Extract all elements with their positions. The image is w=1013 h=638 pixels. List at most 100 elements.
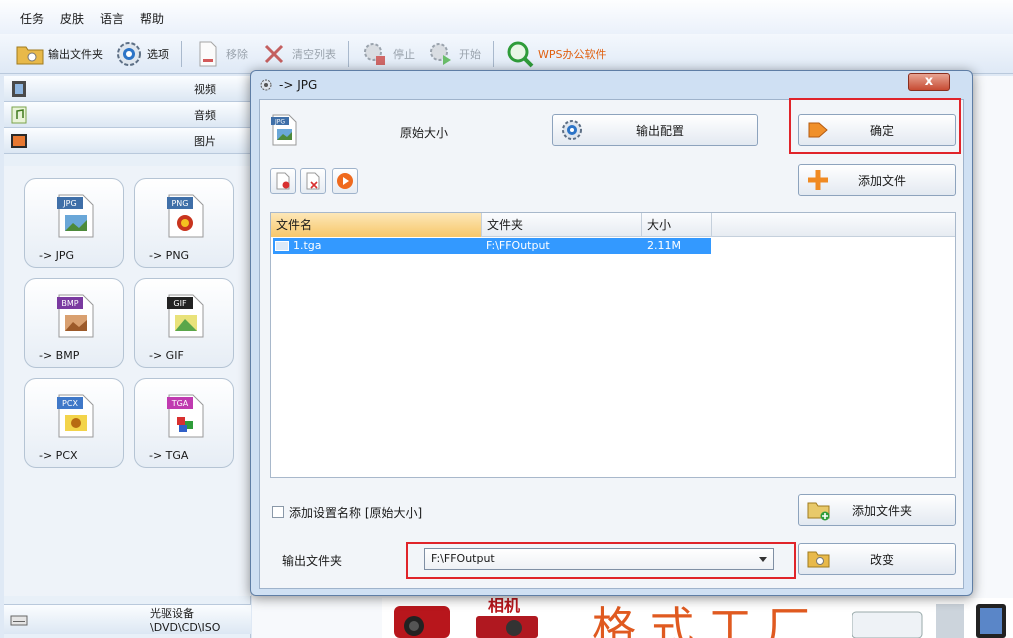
category-image[interactable]: 图片 xyxy=(4,128,250,154)
tile-jpg[interactable]: JPG -> JPG xyxy=(24,178,124,268)
remove-button[interactable]: 移除 xyxy=(194,39,248,69)
size-mode-label: 原始大小 xyxy=(400,124,448,141)
remove-file-button[interactable] xyxy=(270,168,296,194)
ok-button[interactable]: 确定 xyxy=(798,114,956,146)
output-folder-value: F:\FFOutput xyxy=(431,552,495,565)
ad-banner[interactable]: 相机 格式工厂 xyxy=(382,598,1013,638)
pcx-file-icon: PCX xyxy=(53,393,97,439)
change-folder-button[interactable]: 改变 xyxy=(798,543,956,575)
clear-x-icon xyxy=(260,41,288,67)
music-note-icon xyxy=(10,106,28,124)
category-audio-label: 音频 xyxy=(194,107,216,123)
gif-file-icon: GIF xyxy=(163,293,207,339)
category-audio[interactable]: 音频 xyxy=(4,102,250,128)
column-header-name[interactable]: 文件名 xyxy=(271,213,482,237)
dialog-close-button[interactable]: x xyxy=(908,73,950,91)
output-config-button[interactable]: 输出配置 xyxy=(552,114,758,146)
tile-label: -> BMP xyxy=(39,349,79,362)
banner-title: 格式工厂 xyxy=(592,598,824,638)
options-label: 选项 xyxy=(147,46,169,62)
tile-bmp[interactable]: BMP -> BMP xyxy=(24,278,124,368)
start-label: 开始 xyxy=(459,46,481,62)
dialog-gear-icon xyxy=(259,78,273,92)
menu-bar: 任务 皮肤 语言 帮助 xyxy=(0,0,1013,38)
dialog-title-bar[interactable]: -> JPG xyxy=(251,71,972,99)
row-size: 2.11M xyxy=(647,238,681,254)
clear-files-icon xyxy=(305,172,321,190)
wps-button[interactable]: WPS办公软件 xyxy=(506,39,607,69)
output-folder-button[interactable]: 输出文件夹 xyxy=(16,39,103,69)
dialog-title: -> JPG xyxy=(279,78,317,92)
tile-label: -> GIF xyxy=(149,349,184,362)
tile-label: -> PNG xyxy=(149,249,189,262)
add-file-label: 添加文件 xyxy=(829,172,935,189)
category-optical-drive[interactable]: 光驱设备\DVD\CD\ISO xyxy=(4,604,251,634)
file-list-table[interactable]: 文件名 文件夹 大小 1.tga F:\FFOutput 2.11M xyxy=(270,212,956,478)
stop-button[interactable]: 停止 xyxy=(361,39,415,69)
jpg-format-icon: JPG xyxy=(270,114,298,146)
column-header-folder[interactable]: 文件夹 xyxy=(482,213,642,237)
column-header-size[interactable]: 大小 xyxy=(642,213,712,237)
start-gear-icon xyxy=(427,41,455,67)
menu-language[interactable]: 语言 xyxy=(100,10,124,27)
row-folder: F:\FFOutput xyxy=(486,238,550,254)
category-image-label: 图片 xyxy=(194,133,216,149)
tile-label: -> PCX xyxy=(39,449,78,462)
tile-badge: TGA xyxy=(171,399,189,408)
conversion-dialog: -> JPG x JPG 原始大小 输出配置 确定 xyxy=(250,70,973,596)
camcorder-icon xyxy=(388,600,468,638)
tile-tga[interactable]: TGA -> TGA xyxy=(134,378,234,468)
add-file-button[interactable]: 添加文件 xyxy=(798,164,956,196)
tile-pcx[interactable]: PCX -> PCX xyxy=(24,378,124,468)
tga-file-icon: TGA xyxy=(163,393,207,439)
row-file-name: 1.tga xyxy=(293,238,322,254)
tile-badge: BMP xyxy=(61,299,78,308)
table-row[interactable]: 1.tga F:\FFOutput 2.11M xyxy=(273,238,711,254)
folder-icon xyxy=(16,41,44,67)
bmp-file-icon: BMP xyxy=(53,293,97,339)
chevron-down-icon xyxy=(759,557,767,562)
clear-list-button[interactable]: 清空列表 xyxy=(260,39,336,69)
start-button[interactable]: 开始 xyxy=(427,39,481,69)
remove-label: 移除 xyxy=(226,46,248,62)
category-video[interactable]: 视频 xyxy=(4,76,250,102)
jpg-file-icon: JPG xyxy=(53,193,97,239)
left-panel: 视频 音频 图片 JPG -> JPG PNG -> PNG BMP -> BM… xyxy=(4,76,251,638)
table-header: 文件名 文件夹 大小 xyxy=(271,213,955,237)
film-icon xyxy=(10,80,28,98)
play-preview-button[interactable] xyxy=(332,168,358,194)
settings-gear-icon xyxy=(561,119,583,141)
add-setting-name-label: 添加设置名称 [原始大小] xyxy=(289,504,422,521)
menu-skin[interactable]: 皮肤 xyxy=(60,10,84,27)
tga-file-small-icon xyxy=(275,241,289,251)
change-label: 改变 xyxy=(829,551,935,568)
options-button[interactable]: 选项 xyxy=(115,39,169,69)
menu-help[interactable]: 帮助 xyxy=(140,10,164,27)
dialog-body: JPG 原始大小 输出配置 确定 xyxy=(259,99,964,589)
output-folder-select[interactable]: F:\FFOutput xyxy=(424,548,774,570)
add-setting-name-checkbox[interactable] xyxy=(272,506,284,518)
tile-label: -> TGA xyxy=(149,449,188,462)
picture-icon xyxy=(10,132,28,150)
category-optical-label: 光驱设备\DVD\CD\ISO xyxy=(150,605,251,634)
tile-badge: PNG xyxy=(171,199,188,208)
tile-gif[interactable]: GIF -> GIF xyxy=(134,278,234,368)
dialog-file-badge: JPG xyxy=(274,119,285,126)
ok-label: 确定 xyxy=(829,122,935,139)
gear-icon xyxy=(115,41,143,67)
toolbar: 输出文件夹 选项 移除 清空列表 停止 开始 WPS办公软 xyxy=(0,34,1013,74)
document-remove-icon xyxy=(194,41,222,67)
tile-badge: JPG xyxy=(62,199,76,208)
clear-files-button[interactable] xyxy=(300,168,326,194)
menu-task[interactable]: 任务 xyxy=(20,10,44,27)
disc-drive-icon xyxy=(10,611,28,629)
tile-label: -> JPG xyxy=(39,249,74,262)
wps-label: WPS办公软件 xyxy=(538,46,607,62)
wps-search-icon xyxy=(506,41,534,67)
plus-icon xyxy=(807,169,829,191)
stop-gear-icon xyxy=(361,41,389,67)
devices-icon xyxy=(852,604,1012,638)
category-video-label: 视频 xyxy=(194,81,216,97)
tile-png[interactable]: PNG -> PNG xyxy=(134,178,234,268)
add-folder-button[interactable]: 添加文件夹 xyxy=(798,494,956,526)
